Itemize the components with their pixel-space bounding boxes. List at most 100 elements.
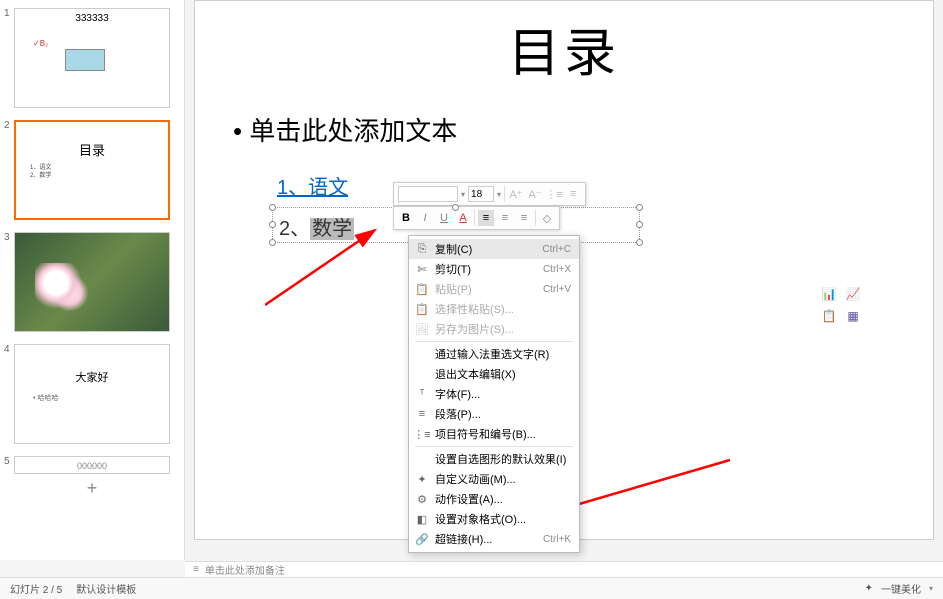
context-item[interactable]: 退出文本编辑(X)	[409, 364, 579, 384]
context-item-label: 自定义动画(M)...	[435, 471, 516, 487]
flower-graphic	[35, 263, 105, 313]
dropdown-icon[interactable]: ▾	[497, 190, 501, 199]
font-color-button[interactable]: A	[455, 210, 471, 226]
thumb-4-sub: • 哈哈哈	[33, 393, 58, 403]
context-item-shortcut: Ctrl+C	[542, 244, 571, 255]
font-family-select[interactable]	[398, 186, 458, 202]
insert-chart-icon[interactable]: 📈	[845, 286, 861, 302]
context-item[interactable]: ᵀ 字体(F)...	[409, 384, 579, 404]
separator	[504, 186, 505, 202]
context-separator	[415, 341, 573, 342]
bullets-button[interactable]: ⋮≡	[546, 186, 562, 202]
thumb-4-wrap[interactable]: 4 大家好 • 哈哈哈	[0, 336, 184, 448]
thumb-1-rect	[65, 49, 105, 71]
separator	[535, 210, 536, 226]
mini-toolbar-2[interactable]: B I U A ≡ ≡ ≡ ◇	[393, 206, 560, 230]
hyperlink-item-1[interactable]: 1、语文	[277, 171, 348, 200]
context-item[interactable]: ⚙ 动作设置(A)...	[409, 489, 579, 509]
context-item-label: 选择性粘贴(S)...	[435, 301, 514, 317]
resize-handle[interactable]	[269, 204, 276, 211]
context-item-shortcut: Ctrl+X	[543, 264, 571, 275]
resize-handle[interactable]	[636, 204, 643, 211]
context-item[interactable]: 通过输入法重选文字(R)	[409, 344, 579, 364]
italic-button[interactable]: I	[417, 210, 433, 226]
context-item-label: 超链接(H)...	[435, 531, 492, 547]
context-item-icon: 🖼	[415, 322, 429, 336]
thumb-3[interactable]	[14, 232, 170, 332]
context-item-icon: 🔗	[415, 532, 429, 546]
thumb-5-wrap[interactable]: 5 000000	[0, 448, 184, 474]
bold-button[interactable]: B	[398, 210, 414, 226]
context-item-label: 复制(C)	[435, 241, 472, 257]
context-item: 📋选择性粘贴(S)...	[409, 299, 579, 319]
thumb-1-title: 333333	[15, 9, 169, 24]
body-placeholder[interactable]: 单击此处添加文本	[233, 111, 457, 148]
dropdown-icon[interactable]: ▾	[461, 190, 465, 199]
beautify-button[interactable]: 一键美化	[881, 581, 921, 596]
thumbnail-panel[interactable]: 1 333333 ✓B₂ 2 目录 1、语文 2、数学 3 4 大家好 • 哈哈…	[0, 0, 185, 560]
context-item[interactable]: ◧设置对象格式(O)...	[409, 509, 579, 529]
increase-font-button[interactable]: A⁺	[508, 186, 524, 202]
thumb-1[interactable]: 333333 ✓B₂	[14, 8, 170, 108]
resize-handle[interactable]	[636, 239, 643, 246]
insert-clip-icon[interactable]: 📋	[821, 308, 837, 324]
textbox-content[interactable]: 2、数学	[279, 212, 354, 241]
context-item[interactable]: 设置自选图形的默认效果(I)	[409, 449, 579, 469]
underline-button[interactable]: U	[436, 210, 452, 226]
context-item-label: 剪切(T)	[435, 261, 471, 277]
resize-handle[interactable]	[636, 221, 643, 228]
context-item-label: 粘贴(P)	[435, 281, 472, 297]
align-button[interactable]: ≡	[478, 210, 494, 226]
thumb-1-b2: ✓B₂	[33, 39, 48, 48]
thumb-num: 5	[4, 456, 10, 467]
font-size-select[interactable]	[468, 186, 494, 202]
resize-handle[interactable]	[452, 204, 459, 211]
context-menu[interactable]: ⎘复制(C)Ctrl+C✄剪切(T)Ctrl+X📋粘贴(P)Ctrl+V📋选择性…	[408, 235, 580, 553]
slide-title[interactable]: 目录	[195, 11, 933, 86]
context-item-label: 另存为图片(S)...	[435, 321, 514, 337]
numbering-button[interactable]: ≡	[565, 186, 581, 202]
shape-fill-button[interactable]: ◇	[539, 210, 555, 226]
context-item-label: 设置自选图形的默认效果(I)	[435, 451, 566, 467]
context-item-icon: ⋮≡	[415, 427, 429, 441]
context-item[interactable]: ⋮≡项目符号和编号(B)...	[409, 424, 579, 444]
context-item-icon: ⎘	[415, 242, 429, 256]
insert-table-icon[interactable]: 📊	[821, 286, 837, 302]
beautify-icon: ✦	[865, 583, 873, 594]
thumb-3-wrap[interactable]: 3	[0, 224, 184, 336]
context-item: 🖼 另存为图片(S)...	[409, 319, 579, 339]
context-item[interactable]: ⎘ 复制(C) Ctrl+C	[409, 239, 579, 259]
context-item-icon: ᵀ	[415, 387, 429, 401]
thumb-1-wrap[interactable]: 1 333333 ✓B₂	[0, 0, 184, 112]
thumb-5-title: 000000	[15, 457, 169, 471]
resize-handle[interactable]	[269, 239, 276, 246]
decrease-font-button[interactable]: A⁻	[527, 186, 543, 202]
align-right-button[interactable]: ≡	[516, 210, 532, 226]
context-item-label: 动作设置(A)...	[435, 491, 503, 507]
context-item-icon: ⚙	[415, 492, 429, 506]
thumb-5[interactable]: 000000	[14, 456, 170, 474]
thumb-2-wrap[interactable]: 2 目录 1、语文 2、数学	[0, 112, 184, 224]
notes-bar[interactable]: ≡ 单击此处添加备注	[185, 561, 943, 577]
add-slide-button[interactable]: +	[14, 478, 170, 502]
context-item[interactable]: ✦自定义动画(M)...	[409, 469, 579, 489]
textbox-selection: 数学	[310, 218, 354, 240]
align-center-button[interactable]: ≡	[497, 210, 513, 226]
textbox-prefix: 2、	[279, 218, 310, 240]
context-item[interactable]: ≡段落(P)...	[409, 404, 579, 424]
resize-handle[interactable]	[269, 221, 276, 228]
insert-media-icon[interactable]: ▦	[845, 308, 861, 324]
template-name: 默认设计模板	[76, 581, 136, 596]
mini-toolbar[interactable]: ▾ ▾ A⁺ A⁻ ⋮≡ ≡	[393, 182, 586, 206]
context-item[interactable]: 🔗超链接(H)...Ctrl+K	[409, 529, 579, 549]
context-item-icon: ✄	[415, 262, 429, 276]
context-item-icon: 📋	[415, 282, 429, 296]
notes-placeholder[interactable]: 单击此处添加备注	[205, 562, 285, 577]
context-item-label: 字体(F)...	[435, 386, 480, 402]
thumb-4[interactable]: 大家好 • 哈哈哈	[14, 344, 170, 444]
thumb-2[interactable]: 目录 1、语文 2、数学	[14, 120, 170, 220]
context-item-label: 设置对象格式(O)...	[435, 511, 526, 527]
status-bar: 幻灯片 2 / 5 默认设计模板 ✦ 一键美化 ▾	[0, 577, 943, 599]
context-item[interactable]: ✄ 剪切(T) Ctrl+X	[409, 259, 579, 279]
dropdown-icon[interactable]: ▾	[929, 584, 933, 593]
